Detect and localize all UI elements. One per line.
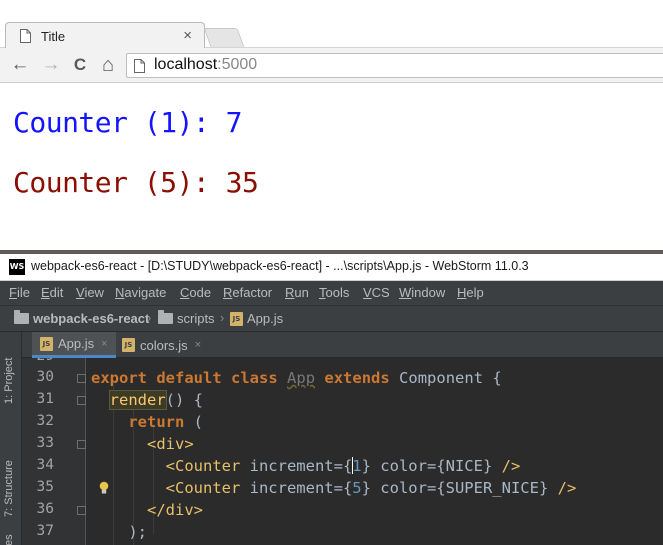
chevron-right-icon: › [220,310,225,325]
close-tab-icon[interactable]: × [101,338,107,350]
menu-bar: File Edit View Navigate Code Refactor Ru… [0,281,663,305]
breadcrumb-project[interactable]: webpack-es6-react [14,310,149,326]
code-line-36: </div> [147,501,203,519]
js-file-icon: JS [230,311,243,326]
menu-window[interactable]: Window [399,285,445,300]
reload-icon[interactable]: C [69,54,91,76]
browser-tab-strip: Title × [0,0,663,49]
tab-app-js[interactable]: JS App.js × [32,332,116,358]
folder-icon [158,310,173,324]
line-number: 30 [36,369,54,385]
url-port: :5000 [217,56,258,73]
webstorm-logo-icon: WS [9,259,25,275]
menu-vcs[interactable]: VCS [363,285,390,300]
js-file-icon: JS [40,336,53,351]
editor-tab-bar: JS App.js × JS colors.js × [22,332,663,358]
navigation-bar: webpack-es6-react › scripts › JS App.js [0,305,663,332]
menu-edit[interactable]: Edit [41,285,63,300]
ide-window-title: webpack-es6-react - [D:\STUDY\webpack-es… [31,259,529,273]
line-number: 29 [28,358,54,364]
address-bar[interactable]: localhost:5000 [126,53,663,78]
new-tab-button[interactable] [203,28,245,47]
tab-colors-js[interactable]: JS colors.js × [114,332,209,358]
code-line-35: <Counter increment={5} color={SUPER_NICE… [165,479,577,497]
ide-title-bar: WS webpack-es6-react - [D:\STUDY\webpack… [0,254,663,281]
editor-gutter: 29 30 31 32 33 34 35 36 37 [22,358,86,545]
line-number: 37 [36,523,54,539]
fold-marker-icon[interactable] [77,396,86,405]
counter-1-text: Counter (1): 7 [13,106,243,139]
home-icon[interactable]: ⌂ [97,54,119,76]
tool-window-strip: 1: Project 7: Structure tes [0,332,22,545]
fold-marker-icon[interactable] [77,506,86,515]
browser-window: Title × ← → C ⌂ localhost:5000 Counter (… [0,0,663,250]
webstorm-window: WS webpack-es6-react - [D:\STUDY\webpack… [0,250,663,545]
browser-tab[interactable]: Title × [5,22,205,49]
menu-code[interactable]: Code [180,285,211,300]
menu-refactor[interactable]: Refactor [223,285,272,300]
menu-tools[interactable]: Tools [319,285,349,300]
document-icon [20,29,31,43]
code-line-33: <div> [147,435,194,453]
project-tool-button[interactable]: 1: Project [3,358,15,404]
counter-5-text: Counter (5): 35 [13,166,259,199]
close-tab-icon[interactable]: × [183,27,192,44]
menu-help[interactable]: Help [457,285,484,300]
page-icon [134,59,145,73]
code-line-34: <Counter increment={1} color={NICE} /> [165,457,521,475]
line-number: 32 [36,413,54,429]
forward-arrow-icon[interactable]: → [40,54,62,76]
favorites-tool-button[interactable]: tes [3,534,15,545]
back-arrow-icon[interactable]: ← [9,54,31,76]
chevron-right-icon: › [147,310,152,325]
code-editor[interactable]: 29 30 31 32 33 34 35 36 37 export defaul… [22,358,663,545]
menu-navigate[interactable]: Navigate [115,285,166,300]
url-host: localhost [154,56,218,73]
close-tab-icon[interactable]: × [195,339,201,351]
menu-view[interactable]: View [76,285,104,300]
fold-marker-icon[interactable] [77,440,86,449]
menu-run[interactable]: Run [285,285,309,300]
url-text: localhost:5000 [154,56,257,74]
menu-file[interactable]: File [9,285,30,300]
line-number: 36 [36,501,54,517]
page-content: Counter (1): 7 Counter (5): 35 [0,84,663,250]
fold-marker-icon[interactable] [77,374,86,383]
breadcrumb-scripts[interactable]: scripts [158,310,215,326]
line-number: 33 [36,435,54,451]
line-number: 35 [36,479,54,495]
code-line-37: ); [128,523,147,541]
code-line-30: export default class App extends Compone… [91,369,502,387]
breadcrumb-file[interactable]: JS App.js [230,311,283,326]
code-line-31: render() { [108,390,203,410]
js-file-icon: JS [122,338,135,352]
browser-toolbar: ← → C ⌂ localhost:5000 [0,48,663,83]
folder-icon [14,310,29,324]
browser-tab-title: Title [41,29,66,44]
line-number: 31 [36,391,54,407]
structure-tool-button[interactable]: 7: Structure [3,460,15,517]
code-line-32: return ( [128,413,203,431]
line-number: 34 [36,457,54,473]
